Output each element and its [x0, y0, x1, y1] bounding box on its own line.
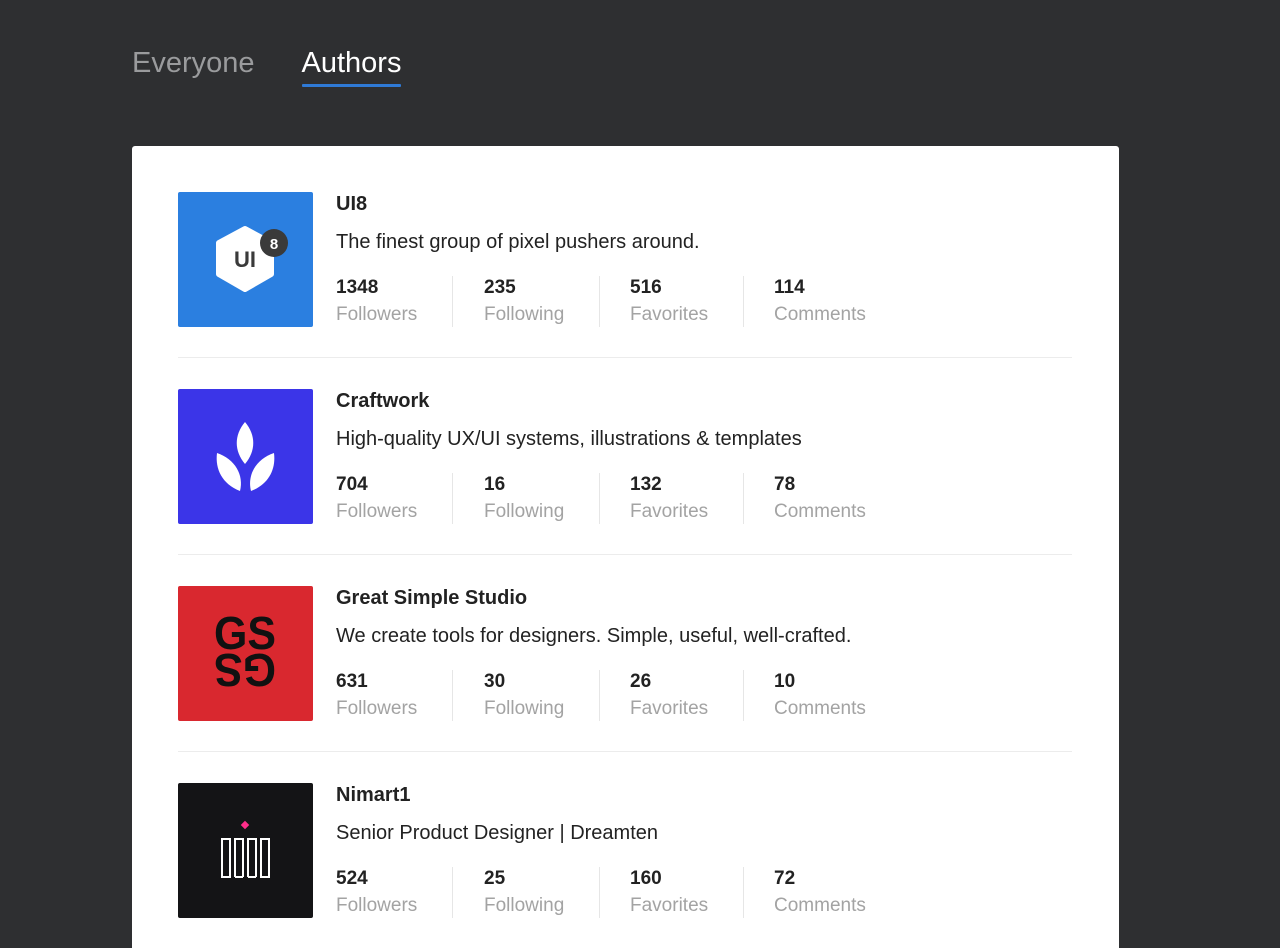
stat-label: Favorites — [630, 304, 709, 325]
stat-label: Favorites — [630, 895, 709, 916]
stat-label: Followers — [336, 501, 418, 522]
stat-value: 631 — [336, 671, 368, 692]
stat-label: Following — [484, 895, 565, 916]
author-avatar[interactable]: UI 8 — [178, 192, 313, 327]
nimart-logo-icon — [178, 783, 313, 918]
stat-favorites[interactable]: 516 Favorites — [599, 276, 743, 327]
stat-comments[interactable]: 78 Comments — [743, 473, 894, 524]
author-item[interactable]: UI 8 UI8 The finest group of pixel pushe… — [178, 192, 1072, 358]
stat-label: Comments — [774, 895, 866, 916]
author-name[interactable]: Craftwork — [336, 389, 1072, 413]
stat-label: Favorites — [630, 698, 709, 719]
tab-bar: Everyone Authors — [132, 44, 401, 87]
stat-value: 26 — [630, 671, 652, 692]
stat-value: 16 — [484, 474, 506, 495]
stat-label: Comments — [774, 304, 866, 325]
item-divider — [178, 357, 1072, 358]
author-item[interactable]: Nimart1 Senior Product Designer | Dreamt… — [178, 783, 1072, 918]
stat-value: 78 — [774, 474, 796, 495]
gss-logo-text-flipped: GS — [214, 644, 276, 696]
author-item[interactable]: GS GS Great Simple Studio We create tool… — [178, 586, 1072, 752]
item-divider — [178, 554, 1072, 555]
stat-label: Following — [484, 501, 565, 522]
ui8-logo-badge: 8 — [270, 236, 278, 253]
stat-followers[interactable]: 631 Followers — [336, 670, 452, 721]
author-info: Nimart1 Senior Product Designer | Dreamt… — [336, 783, 1072, 918]
stat-label: Following — [484, 698, 565, 719]
stat-value: 10 — [774, 671, 796, 692]
author-stats: 704 Followers 16 Following 132 Favorites… — [336, 473, 1072, 524]
stat-value: 235 — [484, 277, 516, 298]
craftwork-leaf-icon — [178, 389, 313, 524]
ui8-logo-text: UI — [234, 247, 256, 272]
author-description: We create tools for designers. Simple, u… — [336, 625, 852, 647]
author-description: High-quality UX/UI systems, illustration… — [336, 428, 802, 450]
stat-favorites[interactable]: 160 Favorites — [599, 867, 743, 918]
stat-following[interactable]: 235 Following — [452, 276, 599, 327]
stat-comments[interactable]: 10 Comments — [743, 670, 894, 721]
stat-label: Comments — [774, 698, 866, 719]
author-name[interactable]: UI8 — [336, 192, 1072, 216]
stat-label: Followers — [336, 698, 418, 719]
stat-value: 1348 — [336, 277, 379, 298]
stat-value: 516 — [630, 277, 662, 298]
author-info: Craftwork High-quality UX/UI systems, il… — [336, 389, 1072, 524]
author-description: The finest group of pixel pushers around… — [336, 231, 700, 253]
stat-value: 72 — [774, 868, 796, 889]
stat-followers[interactable]: 704 Followers — [336, 473, 452, 524]
stat-label: Following — [484, 304, 565, 325]
ui8-logo-icon: UI 8 — [178, 192, 313, 327]
stat-followers[interactable]: 1348 Followers — [336, 276, 452, 327]
tab-authors[interactable]: Authors — [301, 44, 401, 87]
stat-following[interactable]: 25 Following — [452, 867, 599, 918]
author-name[interactable]: Great Simple Studio — [336, 586, 1072, 610]
stat-value: 160 — [630, 868, 662, 889]
author-item[interactable]: Craftwork High-quality UX/UI systems, il… — [178, 389, 1072, 555]
stat-value: 132 — [630, 474, 662, 495]
author-name[interactable]: Nimart1 — [336, 783, 1072, 807]
author-stats: 631 Followers 30 Following 26 Favorites … — [336, 670, 1072, 721]
item-divider — [178, 751, 1072, 752]
authors-list-card: UI 8 UI8 The finest group of pixel pushe… — [132, 146, 1119, 948]
stat-value: 114 — [774, 277, 805, 298]
author-info: Great Simple Studio We create tools for … — [336, 586, 1072, 721]
author-stats: 1348 Followers 235 Following 516 Favorit… — [336, 276, 1072, 327]
stat-value: 524 — [336, 868, 368, 889]
stat-value: 30 — [484, 671, 506, 692]
author-avatar[interactable] — [178, 389, 313, 524]
gss-logo-icon: GS GS — [178, 586, 313, 721]
stat-value: 704 — [336, 474, 368, 495]
stat-comments[interactable]: 114 Comments — [743, 276, 894, 327]
stat-following[interactable]: 30 Following — [452, 670, 599, 721]
stat-following[interactable]: 16 Following — [452, 473, 599, 524]
stat-favorites[interactable]: 26 Favorites — [599, 670, 743, 721]
stat-comments[interactable]: 72 Comments — [743, 867, 894, 918]
page: Everyone Authors UI 8 UI8 The finest gro… — [0, 0, 1280, 948]
author-avatar[interactable]: GS GS — [178, 586, 313, 721]
tab-everyone[interactable]: Everyone — [132, 44, 255, 84]
stat-label: Followers — [336, 895, 418, 916]
stat-followers[interactable]: 524 Followers — [336, 867, 452, 918]
author-stats: 524 Followers 25 Following 160 Favorites… — [336, 867, 1072, 918]
stat-label: Followers — [336, 304, 418, 325]
author-avatar[interactable] — [178, 783, 313, 918]
stat-label: Comments — [774, 501, 866, 522]
author-info: UI8 The finest group of pixel pushers ar… — [336, 192, 1072, 327]
stat-value: 25 — [484, 868, 506, 889]
stat-favorites[interactable]: 132 Favorites — [599, 473, 743, 524]
author-description: Senior Product Designer | Dreamten — [336, 822, 659, 844]
stat-label: Favorites — [630, 501, 709, 522]
